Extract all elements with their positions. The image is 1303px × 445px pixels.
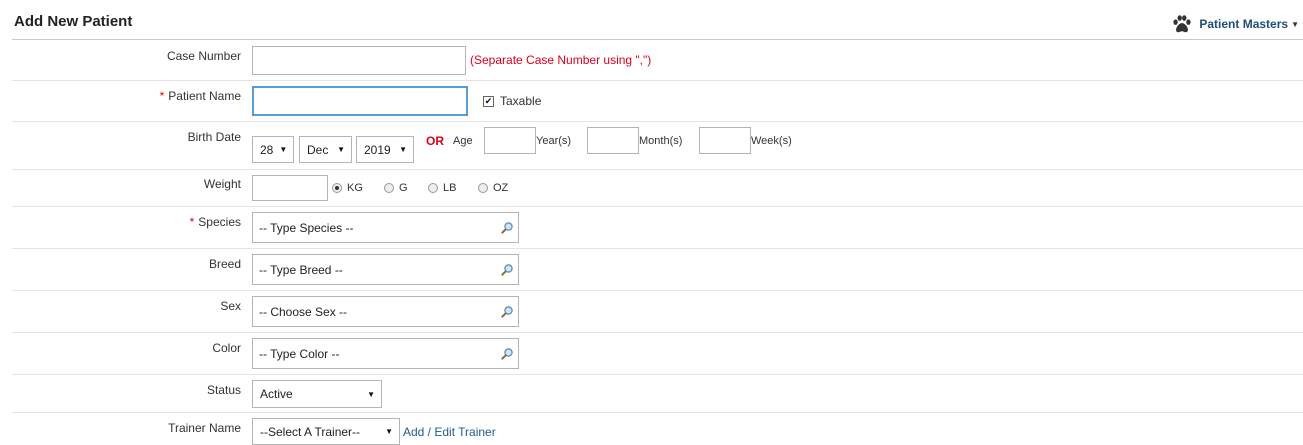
case-number-row: Case Number (Separate Case Number using … [12,40,1303,81]
species-row: * Species -- Type Species -- [12,207,1303,249]
magnifier-icon [501,263,513,276]
species-label: * Species [189,215,241,229]
years-label: Year(s) [536,135,572,147]
radio-empty-icon [428,183,438,193]
page-title: Add New Patient [14,13,133,30]
sex-label: Sex [220,299,241,313]
patient-masters-menu[interactable]: Patient Masters ▼ [1171,13,1299,35]
dropdown-arrow-icon: ▼ [399,145,407,154]
patient-name-row: * Patient Name ✔ Taxable [12,81,1303,122]
months-label: Month(s) [639,135,683,147]
color-label: Color [212,341,241,355]
sex-lookup[interactable]: -- Choose Sex -- [252,296,519,327]
birth-month-select[interactable]: Dec ▼ [299,136,352,163]
trainer-label: Trainer Name [168,421,241,435]
color-row: Color -- Type Color -- [12,333,1303,375]
birth-day-select[interactable]: 28 ▼ [252,136,294,163]
unit-g-radio[interactable]: G [384,182,408,194]
weight-row: Weight KG G LB OZ [12,170,1303,207]
trainer-select[interactable]: --Select A Trainer-- ▼ [252,418,400,445]
sex-row: Sex -- Choose Sex -- [12,291,1303,333]
case-number-input[interactable] [252,46,466,75]
breed-lookup[interactable]: -- Type Breed -- [252,254,519,285]
magnifier-icon [501,305,513,318]
birth-date-label: Birth Date [187,130,241,144]
breed-label: Breed [208,257,241,271]
magnifier-icon [501,221,513,234]
patient-masters-label: Patient Masters [1199,17,1289,31]
add-edit-trainer-link[interactable]: Add / Edit Trainer [403,425,496,439]
weeks-label: Week(s) [751,135,792,147]
unit-lb-radio[interactable]: LB [428,182,456,194]
birth-date-row: Birth Date 28 ▼ Dec ▼ 2019 ▼ OR Age Year(s)… [12,122,1303,170]
radio-selected-icon [332,183,342,193]
case-number-hint: (Separate Case Number using ",") [470,53,652,67]
weight-input[interactable] [252,175,328,201]
taxable-checkbox[interactable]: ✔ Taxable [483,94,541,108]
breed-row: Breed -- Type Breed -- [12,249,1303,291]
species-lookup[interactable]: -- Type Species -- [252,212,519,243]
weight-label: Weight [203,177,241,191]
paw-icon [1173,15,1191,33]
status-select[interactable]: Active ▼ [252,380,382,408]
or-label: OR [426,134,444,148]
checkbox-checked-icon: ✔ [483,95,494,107]
dropdown-arrow-icon: ▼ [367,389,375,399]
radio-empty-icon [384,183,394,193]
unit-oz-radio[interactable]: OZ [478,182,508,194]
magnifier-icon [501,347,513,360]
status-row: Status Active ▼ [12,375,1303,413]
trainer-row: Trainer Name --Select A Trainer-- ▼ Add /… [12,413,1303,445]
color-lookup[interactable]: -- Type Color -- [252,338,519,369]
radio-empty-icon [478,183,488,193]
patient-name-input[interactable] [252,86,468,116]
dropdown-arrow-icon: ▼ [385,427,393,436]
caret-down-icon: ▼ [1291,19,1299,29]
patient-name-label: * Patient Name [159,89,241,103]
unit-kg-radio[interactable]: KG [332,182,363,194]
status-label: Status [206,383,241,397]
taxable-label: Taxable [500,94,542,108]
birth-year-select[interactable]: 2019 ▼ [356,136,414,163]
age-label: Age [453,135,473,147]
dropdown-arrow-icon: ▼ [279,145,288,154]
page-header: Add New Patient Patient Masters ▼ [0,0,1303,40]
case-number-label: Case Number [166,49,241,63]
age-months-input[interactable] [587,127,639,154]
age-years-input[interactable] [484,127,536,154]
dropdown-arrow-icon: ▼ [337,145,345,154]
required-mark: * [189,215,195,229]
required-mark: * [159,89,165,103]
age-weeks-input[interactable] [699,127,751,154]
